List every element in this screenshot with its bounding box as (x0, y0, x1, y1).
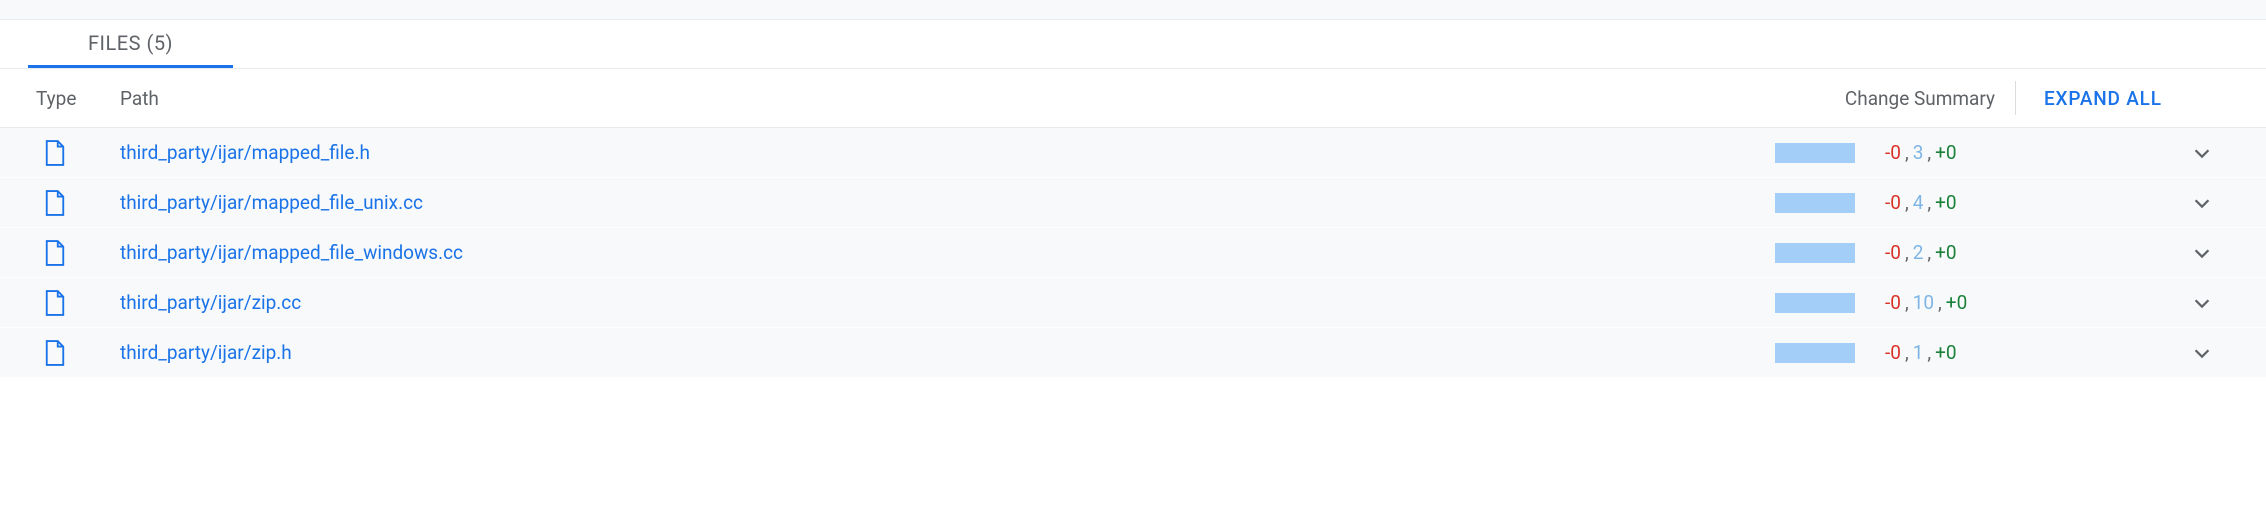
diff-bar (1775, 193, 1855, 213)
chevron-down-icon[interactable] (2174, 342, 2230, 364)
file-path-link[interactable]: third_party/ijar/mapped_file_unix.cc (120, 191, 1775, 214)
file-path-link[interactable]: third_party/ijar/mapped_file_windows.cc (120, 241, 1775, 264)
tab-row: FILES (5) (0, 20, 2266, 69)
col-header-summary: Change Summary (1775, 87, 2015, 110)
file-row[interactable]: third_party/ijar/mapped_file_unix.cc -0,… (0, 178, 2266, 228)
diff-stats: -0, 10, +0 (1885, 291, 2025, 314)
file-icon (36, 290, 120, 316)
table-header: Type Path Change Summary EXPAND ALL (0, 69, 2266, 127)
diff-bar (1775, 243, 1855, 263)
file-row[interactable]: third_party/ijar/mapped_file_windows.cc … (0, 228, 2266, 278)
col-header-path: Path (120, 87, 1775, 110)
diff-stats: -0, 1, +0 (1885, 341, 2025, 364)
diff-stats: -0, 4, +0 (1885, 191, 2025, 214)
file-row[interactable]: third_party/ijar/zip.cc -0, 10, +0 (0, 278, 2266, 328)
file-row[interactable]: third_party/ijar/zip.h -0, 1, +0 (0, 328, 2266, 378)
file-path-link[interactable]: third_party/ijar/zip.h (120, 341, 1775, 364)
file-icon (36, 140, 120, 166)
file-icon (36, 190, 120, 216)
chevron-down-icon[interactable] (2174, 192, 2230, 214)
diff-stats: -0, 2, +0 (1885, 241, 2025, 264)
chevron-down-icon[interactable] (2174, 292, 2230, 314)
file-path-link[interactable]: third_party/ijar/zip.cc (120, 291, 1775, 314)
file-icon (36, 240, 120, 266)
file-icon (36, 340, 120, 366)
chevron-down-icon[interactable] (2174, 242, 2230, 264)
top-gray-bar (0, 0, 2266, 20)
diff-bar (1775, 343, 1855, 363)
file-table-body: third_party/ijar/mapped_file.h -0, 3, +0… (0, 127, 2266, 378)
files-tab[interactable]: FILES (5) (28, 20, 233, 68)
file-path-link[interactable]: third_party/ijar/mapped_file.h (120, 141, 1775, 164)
expand-all-button[interactable]: EXPAND ALL (2015, 81, 2230, 115)
file-row[interactable]: third_party/ijar/mapped_file.h -0, 3, +0 (0, 128, 2266, 178)
diff-bar (1775, 143, 1855, 163)
chevron-down-icon[interactable] (2174, 142, 2230, 164)
diff-stats: -0, 3, +0 (1885, 141, 2025, 164)
col-header-type: Type (36, 87, 120, 110)
diff-bar (1775, 293, 1855, 313)
